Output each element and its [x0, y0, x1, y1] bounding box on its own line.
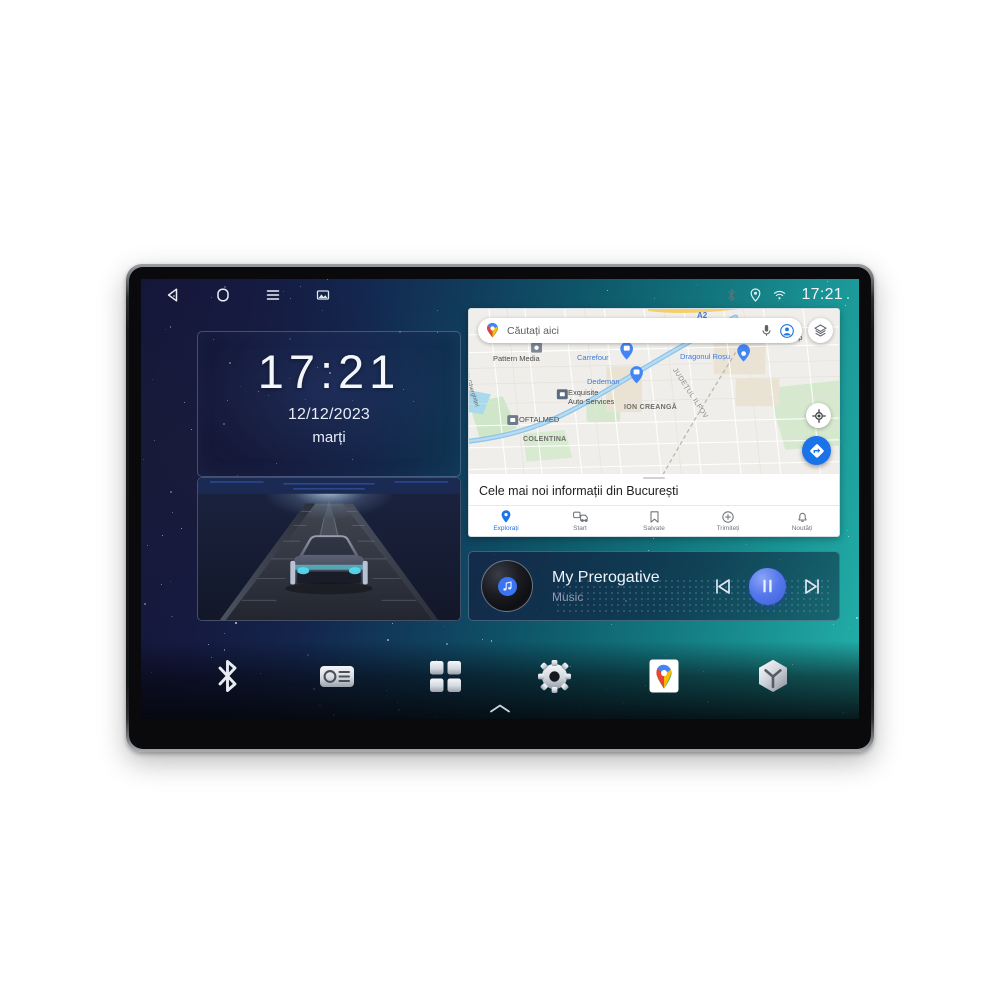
map-search-input[interactable]: Căutați aici [507, 325, 759, 337]
map-label-dedeman: Dedeman [587, 377, 620, 386]
map-tab-label: Noutăți [791, 525, 813, 532]
google-maps-icon [649, 659, 678, 693]
chevron-up-icon[interactable] [489, 701, 511, 719]
map-tab-salvate[interactable]: Salvate [617, 510, 691, 532]
vinyl-record-icon [481, 560, 533, 612]
poi-pattern-media [531, 342, 542, 353]
map-tab-noutati[interactable]: Noutăți [765, 510, 839, 532]
account-avatar-icon[interactable] [779, 323, 794, 338]
map-layers-icon[interactable] [808, 318, 833, 343]
pause-icon [763, 579, 772, 593]
contribute-icon [722, 510, 734, 523]
map-label-pattern-media: Pattern Media [493, 354, 540, 363]
map-tab-label: Trimiteți [716, 525, 740, 532]
poi-oftalmed [507, 415, 519, 425]
dock-settings[interactable] [534, 655, 576, 697]
map-bottom-nav: Explorați Start Salvate Trimiteți Noutăț… [469, 505, 839, 536]
map-label-ion-creanga: ION CREANGĂ [624, 404, 678, 411]
dock-yandex[interactable] [752, 655, 794, 697]
my-location-icon[interactable] [806, 403, 831, 428]
clock-day: marți [312, 429, 346, 446]
navigation-buttons [141, 285, 333, 305]
bluetooth-icon [218, 660, 237, 692]
next-track-button[interactable] [802, 576, 823, 597]
map-search-bar[interactable]: Căutați aici [478, 318, 802, 343]
screen: 17:21 17:21 12/12/2023 marți A2 Strada G… [141, 279, 859, 719]
poi-carrefour-pin [620, 342, 633, 360]
bell-icon [797, 510, 808, 523]
player-controls [712, 567, 839, 605]
dock-bluetooth[interactable] [207, 655, 249, 697]
screenshot-icon[interactable] [313, 285, 333, 305]
map-tab-explorati[interactable]: Explorați [469, 510, 543, 532]
previous-track-button[interactable] [712, 576, 733, 597]
status-clock: 17:21 [801, 286, 843, 303]
map-tab-trimiteti[interactable]: Trimiteți [691, 510, 765, 532]
music-note-icon [502, 580, 512, 591]
gear-icon [538, 659, 571, 693]
google-maps-widget[interactable]: A2 Strada Gherghiței Pattern Media Carre… [468, 308, 840, 537]
map-label-oftalmed: OFTALMED [519, 415, 560, 424]
system-icons: 17:21 [725, 286, 859, 304]
map-tab-label: Salvate [643, 525, 665, 532]
sheet-title: Cele mai noi informații din București [479, 484, 679, 498]
map-label-dragonul-rosu: Dragonul Roșu [680, 352, 731, 361]
dock-maps[interactable] [643, 655, 685, 697]
clock-time: 17:21 [257, 345, 401, 398]
explore-pin-icon [501, 510, 511, 523]
album-hub [497, 576, 517, 596]
bluetooth-icon [725, 288, 738, 303]
radio-icon [319, 666, 354, 687]
dock-radio[interactable] [316, 655, 358, 697]
apps-grid-icon [430, 660, 461, 692]
google-maps-pin-icon [485, 323, 500, 338]
poi-dragonul-rosu-pin [737, 344, 750, 362]
car-scene-illustration [198, 478, 460, 620]
music-player-widget[interactable]: My Prerogative Music [468, 551, 840, 621]
home-icon[interactable] [213, 285, 233, 305]
commute-icon [572, 510, 588, 523]
map-bottom-sheet[interactable]: Cele mai noi informații din București Ex… [469, 474, 839, 536]
clock-date: 12/12/2023 [287, 406, 371, 423]
map-tab-label: Start [573, 525, 587, 532]
bookmark-icon [649, 510, 659, 523]
map-tab-label: Explorați [493, 525, 519, 532]
directions-icon[interactable] [802, 436, 831, 465]
map-label-exquisite-auto-services: Exquisite Auto Services [568, 388, 615, 406]
device-bezel: 17:21 17:21 12/12/2023 marți A2 Strada G… [129, 267, 871, 749]
app-dock [141, 649, 859, 703]
location-icon [749, 288, 762, 303]
poi-dedeman-pin [630, 366, 643, 384]
dock-apps[interactable] [425, 655, 467, 697]
status-bar: 17:21 [141, 279, 859, 311]
track-info: My Prerogative Music [552, 569, 660, 604]
map-label-colentina: COLENTINA [523, 436, 567, 443]
play-pause-button[interactable] [749, 567, 786, 605]
wifi-icon [773, 288, 786, 303]
microphone-icon[interactable] [759, 323, 774, 338]
cube-icon [758, 659, 787, 692]
back-icon[interactable] [163, 285, 183, 305]
map-tab-start[interactable]: Start [543, 510, 617, 532]
track-title: My Prerogative [552, 568, 660, 586]
clock-widget[interactable]: 17:21 12/12/2023 marți [197, 331, 461, 477]
track-subtitle: Music [552, 589, 584, 604]
poi-exquisite-auto [556, 389, 568, 400]
car-animation-widget[interactable] [197, 477, 461, 621]
map-label-carrefour: Carrefour [577, 353, 609, 362]
menu-icon[interactable] [263, 285, 283, 305]
head-unit-device: 17:21 17:21 12/12/2023 marți A2 Strada G… [126, 264, 874, 752]
